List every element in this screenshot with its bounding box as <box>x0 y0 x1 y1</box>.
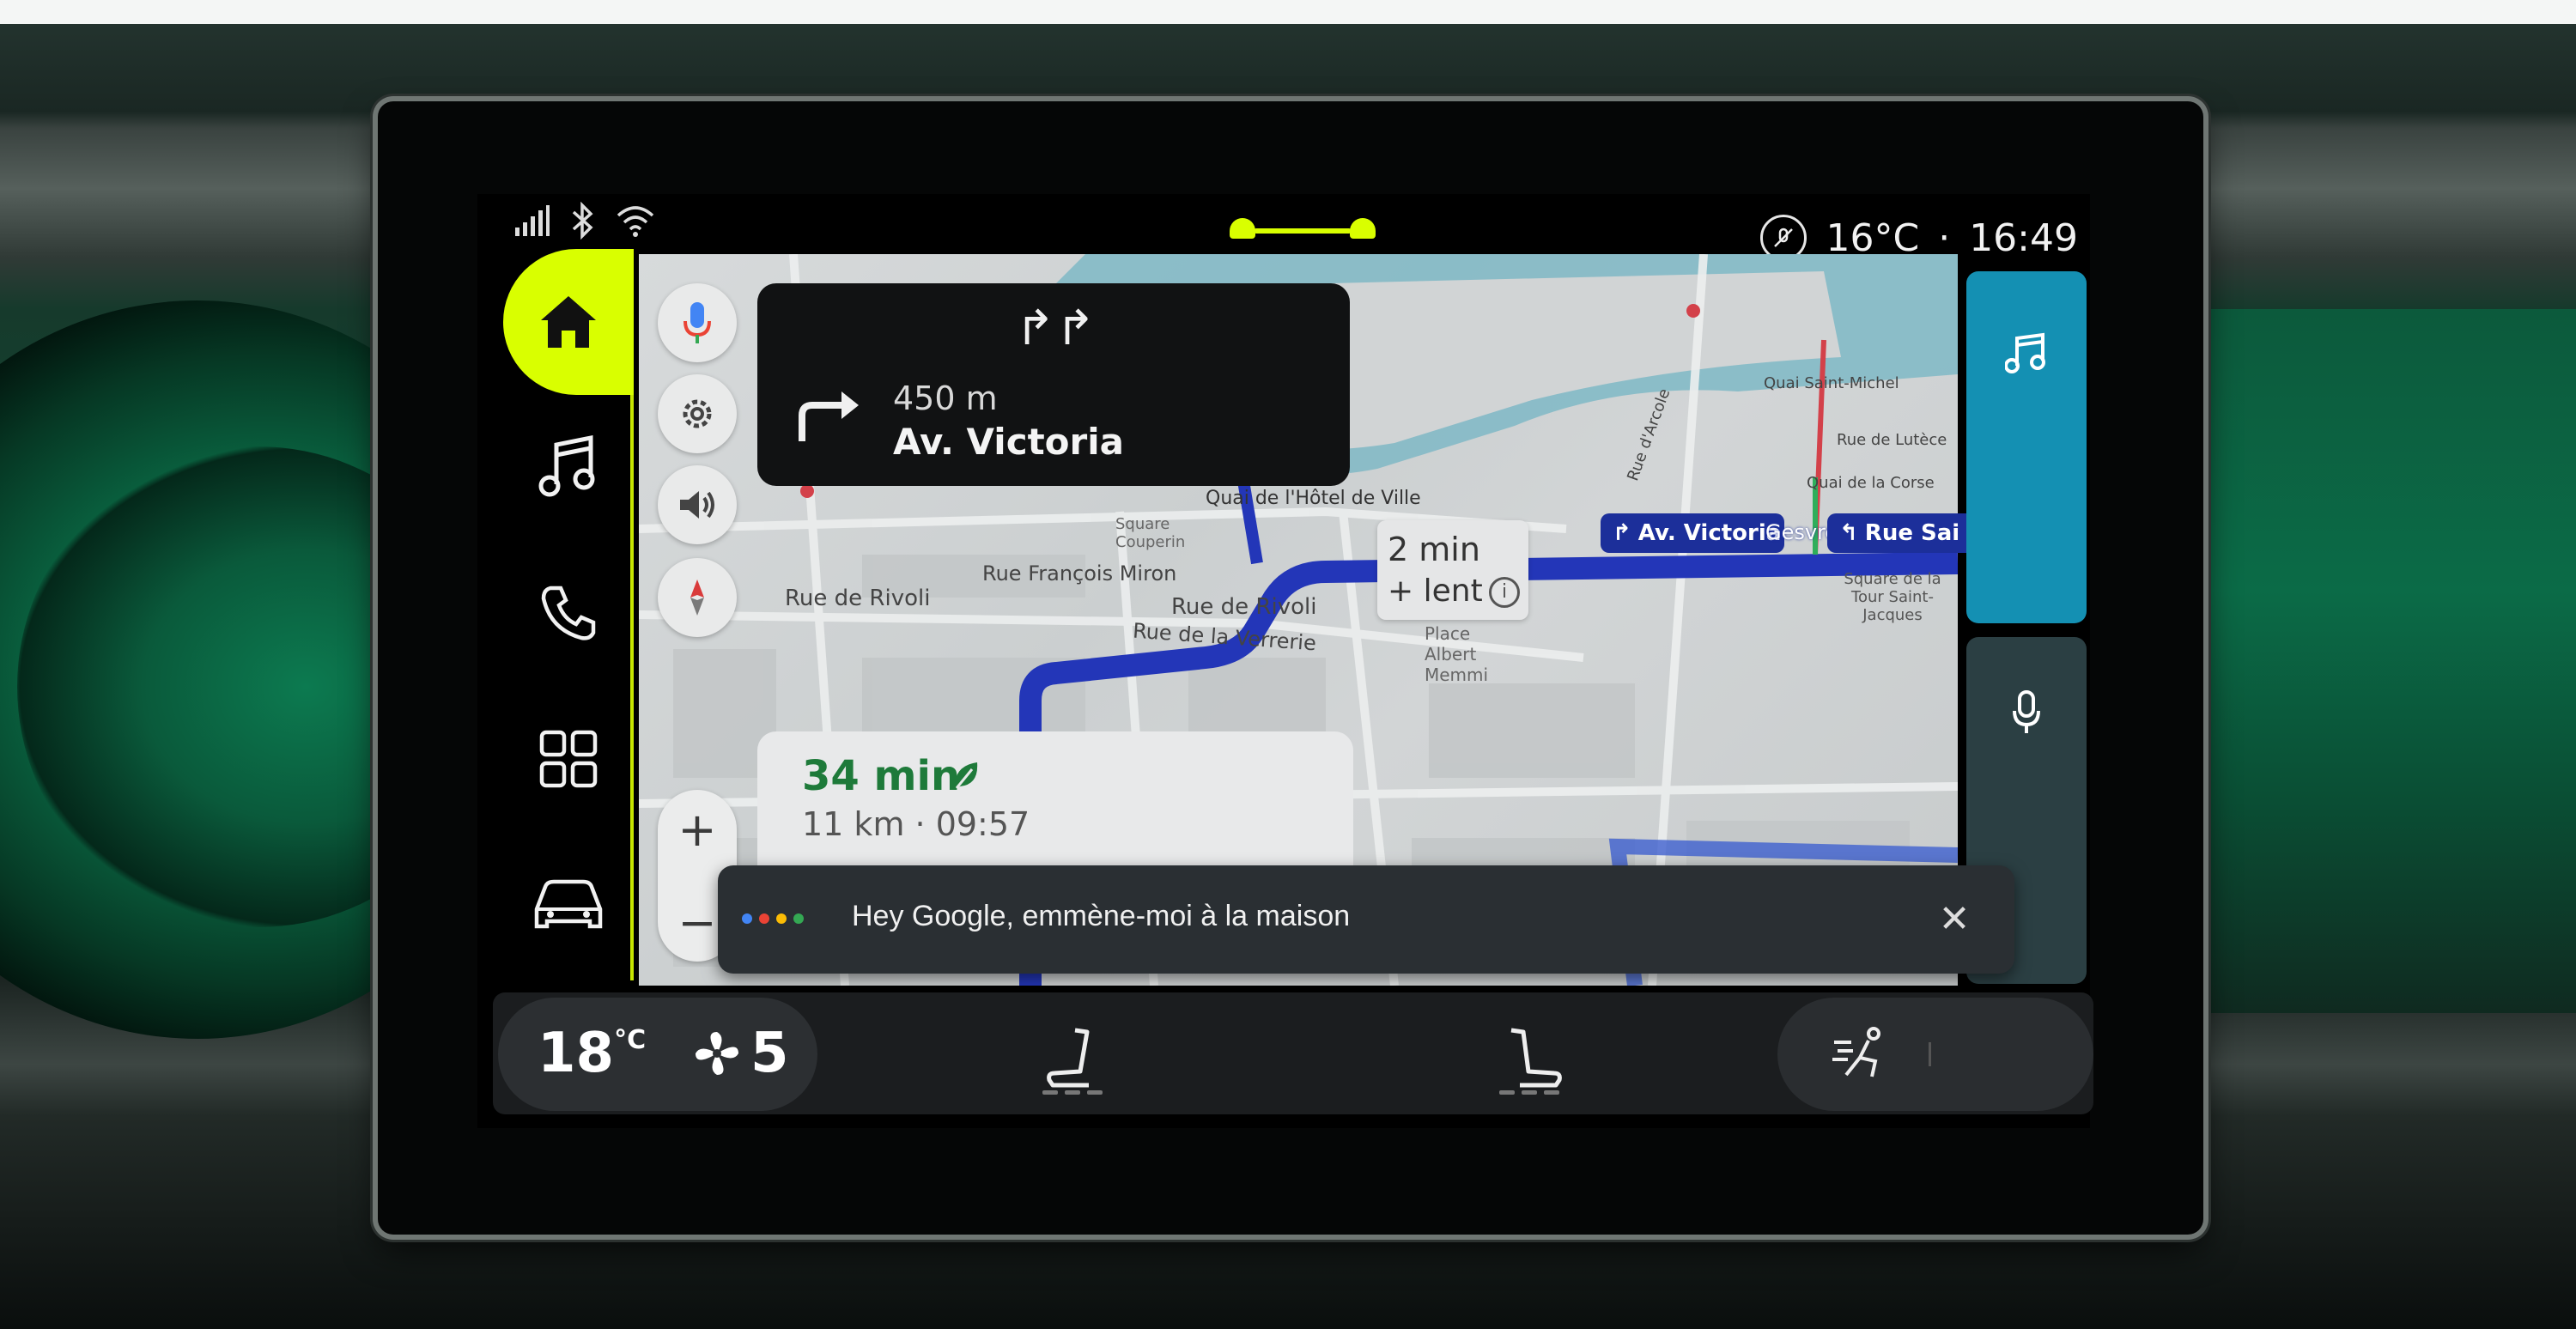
mic-icon <box>2013 690 2040 733</box>
map-label: Rue de Rivoli <box>785 586 931 611</box>
map-settings-button[interactable] <box>658 374 737 453</box>
dashboard-scene: 16°C · 16:49 Rue de Rivoli Rue François … <box>0 0 2576 1329</box>
traffic-delay-bubble[interactable]: 2 min + lent i <box>1377 520 1528 620</box>
eta-details: 11 km · 09:57 <box>802 805 1030 843</box>
car-icon <box>534 879 603 929</box>
map-label: Square de la Tour Saint-Jacques <box>1844 570 1941 624</box>
turn-left-icon: ↰ <box>1839 520 1858 546</box>
map-label: Quai Saint-Michel <box>1764 374 1899 392</box>
seat-heat-icon[interactable] <box>1494 1023 1571 1101</box>
eta-duration: 34 min <box>802 752 961 800</box>
google-assistant-icon <box>742 913 804 924</box>
info-icon[interactable]: i <box>1489 577 1520 608</box>
outside-temperature: 16°C <box>1826 215 1920 260</box>
zoom-in-button[interactable]: + <box>658 790 737 869</box>
apps-grid-icon <box>539 730 598 788</box>
bluetooth-icon <box>572 202 593 240</box>
seat-heat-level <box>1042 1090 1103 1095</box>
air-divider <box>1929 1042 1931 1066</box>
route-chip-turn-left: ↰ Rue Sai <box>1827 513 1982 553</box>
turn-street: Av. Victoria <box>893 421 1124 463</box>
audio-guidance-button[interactable] <box>658 465 737 544</box>
climate-control-pill[interactable]: 18°C 5 <box>498 998 817 1111</box>
apps-button[interactable] <box>529 719 608 798</box>
close-icon[interactable]: ✕ <box>1935 897 1973 941</box>
turn-right-icon <box>799 391 859 441</box>
gear-icon <box>683 399 712 428</box>
media-tile[interactable] <box>1966 271 2087 623</box>
home-button[interactable] <box>503 249 634 395</box>
turn-instruction-card[interactable]: ↱↱ 450 m Av. Victoria <box>757 283 1350 486</box>
seat-heat-level <box>1499 1090 1559 1095</box>
turn-right-icon: ↱ <box>1613 520 1631 546</box>
fan-speed[interactable]: 5 <box>692 1022 789 1085</box>
map-label: Place Albert Memmi <box>1425 623 1489 685</box>
music-note-icon <box>2005 332 2045 373</box>
rail-accent-line <box>630 395 634 980</box>
turn-distance: 450 m <box>893 379 998 417</box>
map-label: Quai de l'Hôtel de Ville <box>1206 488 1421 509</box>
route-chip-turn-right: ↱ Av. Victoria <box>1601 513 1784 553</box>
traffic-delay: 2 min <box>1388 531 1480 568</box>
map-label: Quai de la Corse <box>1807 474 1935 492</box>
vehicle-button[interactable] <box>529 865 608 944</box>
seat-heat-icon[interactable] <box>1037 1023 1115 1101</box>
drag-handle-icon[interactable] <box>1230 216 1376 240</box>
home-icon <box>541 296 596 348</box>
status-separator: · <box>1938 215 1951 260</box>
air-flow-pill[interactable] <box>1777 998 2093 1111</box>
map-label: Square Couperin <box>1115 515 1186 551</box>
lane-guidance-icon: ↱↱ <box>1015 300 1096 356</box>
compass-icon <box>690 580 704 616</box>
mic-icon <box>683 302 711 343</box>
google-assistant-bar[interactable]: Hey Google, emmène-moi à la maison ✕ <box>718 865 2014 974</box>
cabin-temperature[interactable]: 18°C <box>538 1022 646 1085</box>
map-label: Rue de Rivoli <box>1171 594 1317 620</box>
map-label: Rue de Lutèce <box>1837 431 1947 449</box>
status-bar-left <box>513 199 656 242</box>
signal-icon <box>515 205 550 236</box>
compass-button[interactable] <box>658 558 737 637</box>
wifi-icon <box>617 206 654 237</box>
music-note-icon <box>538 434 595 497</box>
assistant-query: Hey Google, emmène-moi à la maison <box>852 900 1351 932</box>
clock: 16:49 <box>1969 215 2078 260</box>
temperature-unit: °C <box>614 1025 647 1055</box>
fan-icon <box>696 1032 738 1075</box>
traffic-label: + lent <box>1388 573 1483 609</box>
eco-leaf-icon <box>954 762 978 790</box>
voice-search-button[interactable] <box>658 283 737 362</box>
eta-card[interactable]: 34 min 11 km · 09:57 <box>757 731 1353 886</box>
music-button[interactable] <box>529 428 608 507</box>
volume-icon <box>680 491 714 519</box>
phone-button[interactable] <box>529 573 608 652</box>
map-label: Rue François Miron <box>982 561 1177 586</box>
air-recirculation-icon <box>1832 1027 1880 1077</box>
app-rail <box>503 249 634 987</box>
phone-icon <box>541 586 596 640</box>
